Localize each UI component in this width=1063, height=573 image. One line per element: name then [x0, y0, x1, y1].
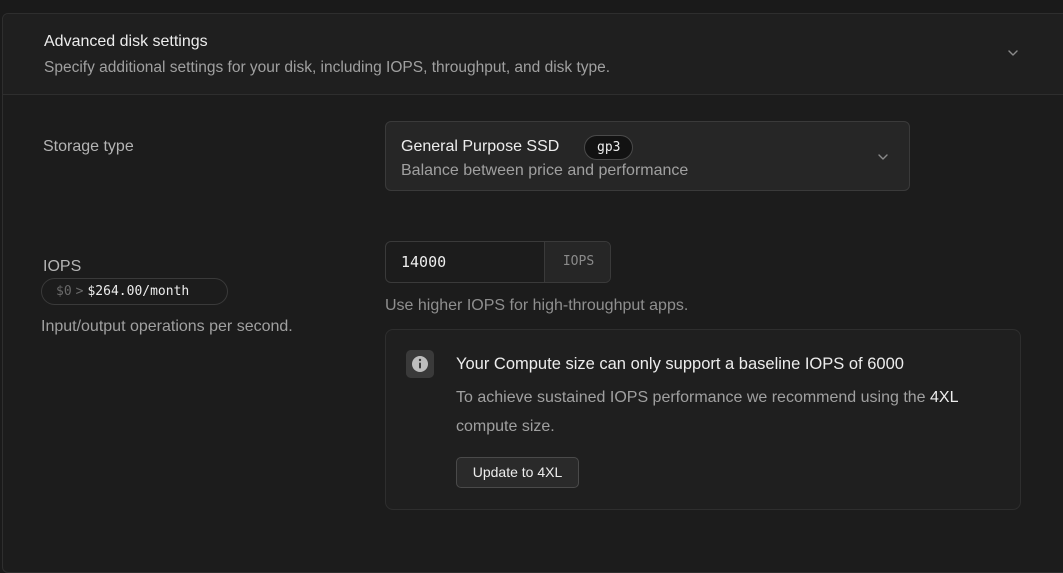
storage-type-label: Storage type: [43, 138, 134, 155]
price-arrow: >: [75, 284, 84, 299]
storage-type-badge: gp3: [584, 135, 634, 160]
alert-body-after: compute size.: [456, 418, 555, 435]
storage-type-selected-title: General Purpose SSD: [401, 138, 560, 155]
section-title: Advanced disk settings: [44, 33, 208, 50]
iops-label: IOPS: [43, 258, 82, 275]
price-old: $0: [56, 284, 72, 299]
alert-body-before: To achieve sustained IOPS performance we…: [456, 389, 926, 406]
chevron-down-icon[interactable]: [1006, 46, 1020, 60]
alert-title: Your Compute size can only support a bas…: [456, 355, 904, 373]
iops-warning-alert: Your Compute size can only support a bas…: [385, 329, 1021, 510]
section-description: Specify additional settings for your dis…: [44, 59, 611, 76]
iops-unit-suffix: IOPS: [544, 242, 610, 282]
alert-body-strong: 4XL: [930, 389, 958, 406]
update-to-4xl-button[interactable]: Update to 4XL: [456, 457, 579, 488]
iops-help-text: Use higher IOPS for high-throughput apps…: [385, 297, 689, 314]
storage-type-select[interactable]: General Purpose SSD gp3 Balance between …: [385, 121, 910, 191]
iops-input-group: IOPS: [385, 241, 611, 283]
iops-price-badge: $0 > $264.00/month: [41, 278, 228, 305]
price-new: $264.00/month: [87, 284, 190, 299]
iops-input[interactable]: [386, 242, 544, 282]
chevron-down-icon: [878, 154, 888, 160]
storage-type-selected-subtitle: Balance between price and performance: [401, 162, 689, 179]
iops-description: Input/output operations per second.: [41, 318, 293, 335]
alert-body: To achieve sustained IOPS performance we…: [456, 383, 996, 441]
info-icon: [406, 350, 434, 378]
advanced-disk-settings-header[interactable]: Advanced disk settings Specify additiona…: [3, 14, 1063, 95]
